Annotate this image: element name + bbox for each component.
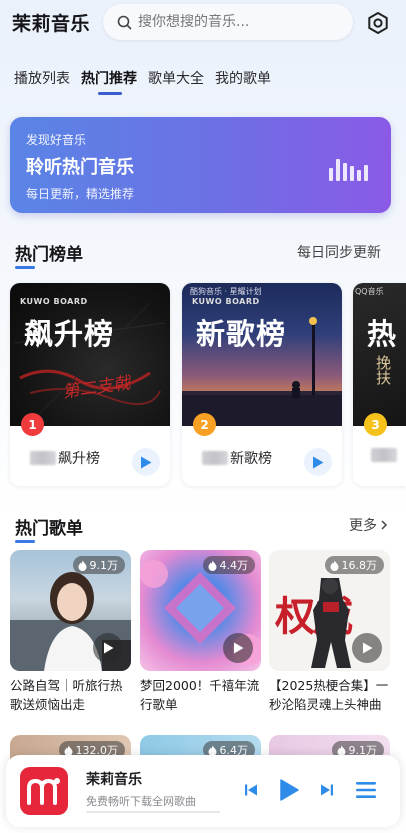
tab-playlist[interactable]: 播放列表 (14, 68, 70, 94)
chart-card-new-songs[interactable]: 酷狗音乐 · 星耀计划 KUWO BOARD 新歌榜 2 新歌榜 (182, 283, 342, 486)
play-icon (233, 642, 243, 654)
tab-hot-recommend[interactable]: 热门推荐 (81, 68, 137, 95)
play-icon (280, 779, 299, 801)
chart-card-soaring[interactable]: KUWO BOARD 飙升榜 第二支戟 1 飙升榜 (10, 283, 170, 486)
play-count-badge: 4.4万 (202, 556, 255, 574)
chart-cover: 酷狗音乐 · 星耀计划 KUWO BOARD 新歌榜 (182, 283, 342, 426)
play-icon (141, 456, 152, 468)
next-button[interactable] (316, 779, 338, 801)
tab-playlist-collection[interactable]: 歌单大全 (148, 68, 204, 94)
playlist-title: 公路自驾｜听旅行热歌送烦恼出走 (10, 678, 123, 712)
equalizer-bars-icon (329, 159, 371, 181)
cover-play-button[interactable] (223, 633, 253, 663)
mini-player[interactable]: 茉莉音乐 免费畅听下载全网歌曲 (6, 755, 400, 827)
flame-icon (208, 560, 216, 571)
playlist-card[interactable]: 权威 16.8万 【2025热梗合集】一秒沦陷灵魂上头神曲 (269, 550, 390, 714)
banner-title: 聆听热门音乐 (26, 157, 134, 178)
cover-brand-text: KUWO BOARD (192, 297, 260, 306)
playlist-title: 梦回2000！千禧年流行歌单 (140, 678, 260, 712)
cover-decor-text: 酷狗音乐 · 星耀计划 (190, 287, 262, 296)
tab-bar: 播放列表 热门推荐 歌单大全 我的歌单 (14, 68, 282, 95)
rank-badge: 2 (193, 413, 216, 436)
cover-play-button[interactable] (93, 633, 123, 663)
play-count-badge: 16.8万 (324, 556, 384, 574)
settings-button[interactable] (364, 9, 392, 37)
charts-section-title: 热门榜单 (15, 240, 83, 269)
cover-title: 新歌榜 (196, 317, 287, 351)
chart-name (371, 448, 399, 462)
search-input[interactable] (138, 14, 338, 30)
cover-title: 飙升榜 (24, 317, 115, 351)
playlist-card[interactable]: 4.4万 梦回2000！千禧年流行歌单 (140, 550, 261, 714)
play-icon (103, 642, 113, 654)
play-count-badge: 9.1万 (72, 556, 125, 574)
cover-play-button[interactable] (352, 633, 382, 663)
flame-icon (337, 745, 345, 756)
skip-previous-icon (245, 784, 257, 796)
play-icon (362, 642, 372, 654)
playlist-cover: 4.4万 (140, 550, 261, 671)
blurred-text (30, 451, 56, 465)
flame-icon (208, 745, 216, 756)
app-title: 茉莉音乐 (12, 13, 91, 35)
search-bar[interactable] (103, 4, 353, 40)
search-icon (117, 15, 132, 29)
chart-card-third[interactable]: QQ音乐 热 挽扶 3 (353, 283, 406, 486)
player-subtitle: 免费畅听下载全网歌曲 (86, 795, 196, 808)
playlist-queue-button[interactable] (352, 777, 380, 803)
more-link[interactable]: 更多 (349, 515, 388, 535)
playlist-cover: 9.1万 (10, 550, 131, 671)
chart-cover: KUWO BOARD 飙升榜 第二支戟 (10, 283, 170, 426)
chevron-right-icon (381, 520, 388, 530)
banner-subtitle: 发现好音乐 (26, 133, 87, 147)
playlist-title: 【2025热梗合集】一秒沦陷灵魂上头神曲 (269, 678, 389, 712)
cover-decor-text: 挽扶 (374, 355, 392, 385)
cover-brand-text: KUWO BOARD (20, 297, 88, 306)
chart-name: 新歌榜 (202, 448, 272, 468)
banner-description: 每日更新，精选推荐 (26, 187, 135, 201)
flame-icon (78, 560, 86, 571)
songs-section-title: 热门歌单 (15, 514, 83, 543)
hero-banner[interactable]: 发现好音乐 聆听热门音乐 每日更新，精选推荐 (10, 117, 391, 213)
previous-button[interactable] (240, 779, 262, 801)
flame-icon (64, 745, 72, 756)
gear-hexagon-icon (368, 12, 388, 34)
flame-icon (330, 560, 338, 571)
charts-section-subtitle: 每日同步更新 (297, 245, 381, 261)
skip-next-icon (321, 784, 333, 796)
playlist-cover: 权威 16.8万 (269, 550, 390, 671)
chart-name: 飙升榜 (30, 448, 100, 468)
more-label: 更多 (349, 518, 377, 534)
playlist-card[interactable]: 9.1万 公路自驾｜听旅行热歌送烦恼出走 (10, 550, 131, 714)
progress-track[interactable] (86, 811, 220, 813)
blurred-text (202, 451, 228, 465)
rank-badge: 1 (21, 413, 44, 436)
play-button[interactable] (132, 448, 160, 476)
rank-badge: 3 (364, 413, 387, 436)
cover-brand-text: QQ音乐 (355, 287, 384, 296)
playlist-queue-icon (356, 782, 376, 798)
tab-my-playlists[interactable]: 我的歌单 (215, 68, 271, 94)
player-title: 茉莉音乐 (86, 772, 142, 788)
jasmine-logo-icon (27, 778, 60, 805)
header: 茉莉音乐 (0, 0, 406, 52)
chart-cover: QQ音乐 热 挽扶 (353, 283, 406, 426)
play-button[interactable] (274, 775, 304, 805)
app-logo (20, 767, 68, 815)
play-icon (313, 456, 324, 468)
blurred-text (371, 448, 397, 462)
play-button[interactable] (304, 448, 332, 476)
cover-title: 热 (367, 317, 397, 351)
